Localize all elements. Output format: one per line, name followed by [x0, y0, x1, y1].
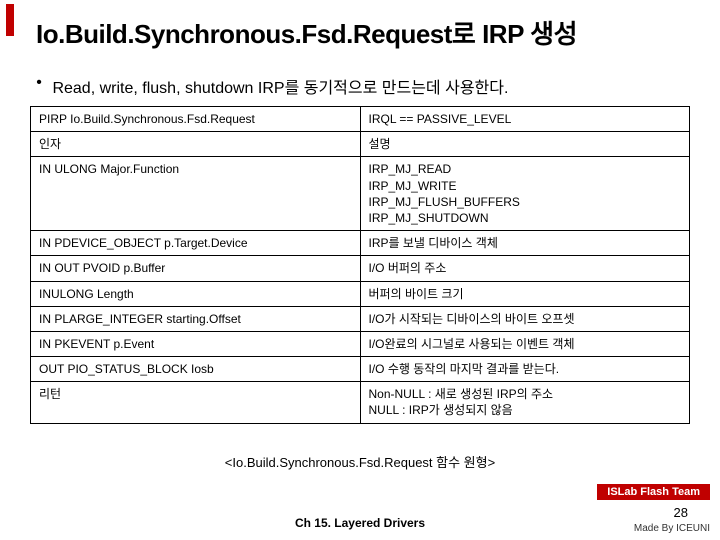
table-caption: <Io.Build.Synchronous.Fsd.Request 함수 원형> [0, 452, 720, 471]
cell-left: IN PKEVENT p.Event [31, 331, 361, 356]
cell-right: IRP_MJ_READ IRP_MJ_WRITE IRP_MJ_FLUSH_BU… [360, 157, 690, 231]
cell-left: IN ULONG Major.Function [31, 157, 361, 231]
cell-left: 인자 [31, 132, 361, 157]
cell-right: 버퍼의 바이트 크기 [360, 281, 690, 306]
table-row: IN ULONG Major.Function IRP_MJ_READ IRP_… [31, 157, 690, 231]
cell-left: IN PLARGE_INTEGER starting.Offset [31, 306, 361, 331]
cell-right: I/O가 시작되는 디바이스의 바이트 오프셋 [360, 306, 690, 331]
cell-right: 설명 [360, 132, 690, 157]
bullet-dot: • [30, 74, 48, 92]
page-number: 28 [674, 505, 688, 520]
cell-left: IN OUT PVOID p.Buffer [31, 256, 361, 281]
team-badge: ISLab Flash Team [597, 484, 710, 500]
cell-left: INULONG Length [31, 281, 361, 306]
table-row: 리턴 Non-NULL : 새로 생성된 IRP의 주소 NULL : IRP가… [31, 382, 690, 423]
accent-bar [6, 4, 14, 36]
cell-right: Non-NULL : 새로 생성된 IRP의 주소 NULL : IRP가 생성… [360, 382, 690, 423]
bullet-line: • Read, write, flush, shutdown IRP를 동기적으… [30, 74, 508, 98]
bullet-text: Read, write, flush, shutdown IRP를 동기적으로 … [52, 80, 508, 97]
cell-left: OUT PIO_STATUS_BLOCK Iosb [31, 357, 361, 382]
cell-right: IRQL == PASSIVE_LEVEL [360, 107, 690, 132]
cell-left: 리턴 [31, 382, 361, 423]
cell-left: IN PDEVICE_OBJECT p.Target.Device [31, 231, 361, 256]
made-by: Made By ICEUNI [634, 523, 710, 534]
table-row: IN PLARGE_INTEGER starting.Offset I/O가 시… [31, 306, 690, 331]
params-table: PIRP Io.Build.Synchronous.Fsd.Request IR… [30, 106, 690, 424]
cell-right: I/O 버퍼의 주소 [360, 256, 690, 281]
table-row: IN PDEVICE_OBJECT p.Target.Device IRP를 보… [31, 231, 690, 256]
cell-right: I/O 수행 동작의 마지막 결과를 받는다. [360, 357, 690, 382]
table-row: INULONG Length 버퍼의 바이트 크기 [31, 281, 690, 306]
chapter-label: Ch 15. Layered Drivers [0, 516, 720, 530]
cell-right: IRP를 보낼 디바이스 객체 [360, 231, 690, 256]
table-row: 인자 설명 [31, 132, 690, 157]
table-row: IN OUT PVOID p.Buffer I/O 버퍼의 주소 [31, 256, 690, 281]
cell-left: PIRP Io.Build.Synchronous.Fsd.Request [31, 107, 361, 132]
cell-right: I/O완료의 시그널로 사용되는 이벤트 객체 [360, 331, 690, 356]
table-row: OUT PIO_STATUS_BLOCK Iosb I/O 수행 동작의 마지막… [31, 357, 690, 382]
table-row: IN PKEVENT p.Event I/O완료의 시그널로 사용되는 이벤트 … [31, 331, 690, 356]
table-row: PIRP Io.Build.Synchronous.Fsd.Request IR… [31, 107, 690, 132]
slide-title: Io.Build.Synchronous.Fsd.Request로 IRP 생성 [36, 14, 577, 51]
